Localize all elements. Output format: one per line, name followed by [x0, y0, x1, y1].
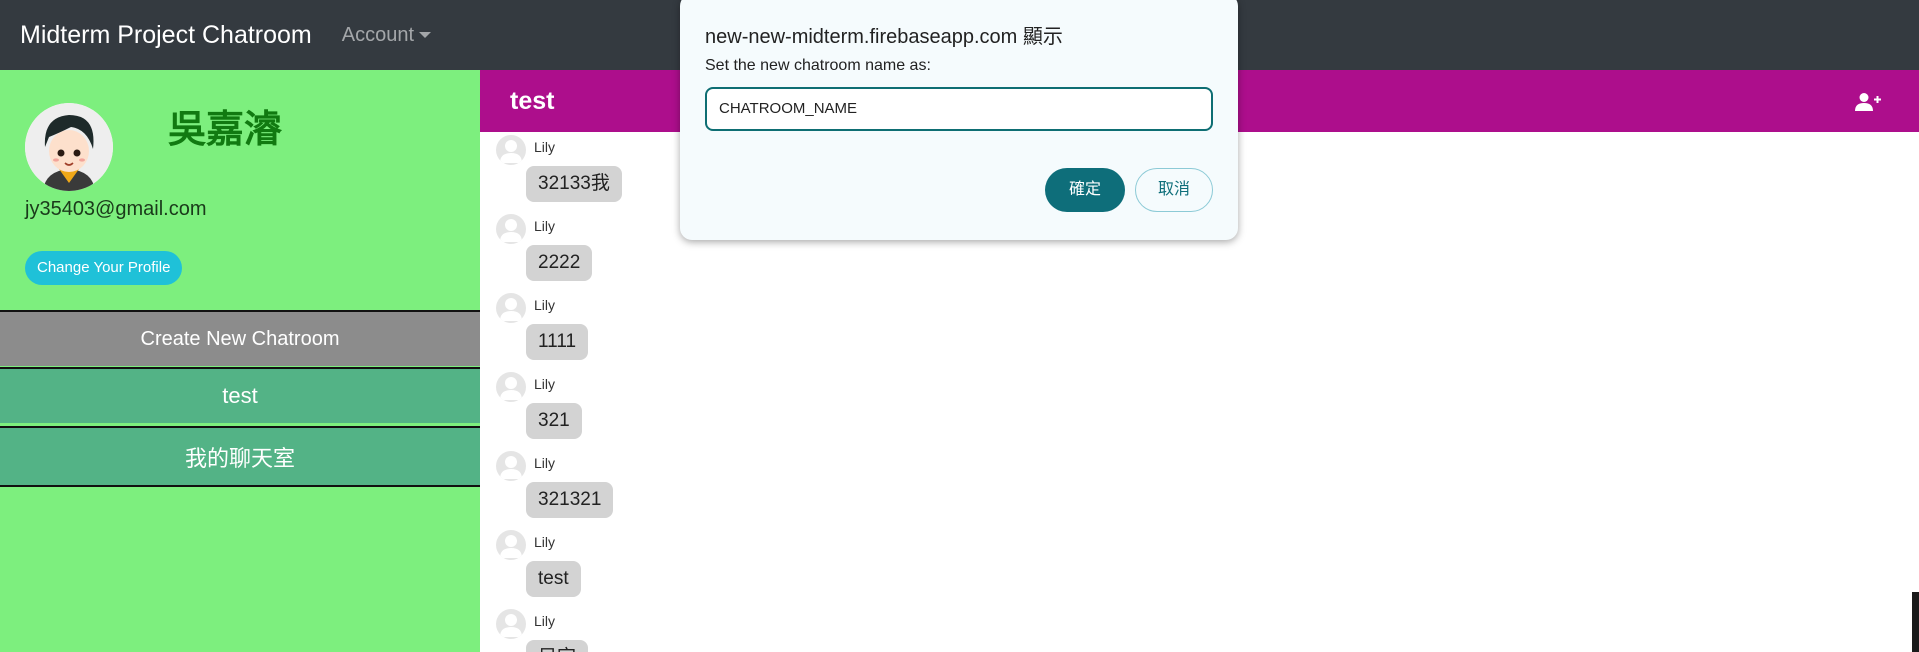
message-bubble: 1111	[526, 324, 589, 360]
user-avatar-icon	[496, 214, 526, 244]
room-label: test	[222, 383, 258, 408]
message-bubble: test	[526, 561, 581, 597]
dialog-origin-title: new-new-midterm.firebaseapp.com 顯示	[705, 26, 1063, 48]
cancel-button[interactable]: 取消	[1135, 168, 1213, 212]
user-avatar-icon	[496, 609, 526, 639]
cartoon-avatar-icon	[25, 103, 113, 191]
message-sender: Lily	[534, 139, 556, 155]
sidebar-item-room[interactable]: test	[0, 367, 480, 423]
user-avatar-icon	[496, 451, 526, 481]
profile-email: jy35403@gmail.com	[25, 198, 207, 220]
sidebar: 吳嘉濬 jy35403@gmail.com Change Your Profil…	[0, 70, 480, 652]
chevron-down-icon	[419, 32, 432, 38]
profile-avatar	[25, 103, 113, 191]
message-bubble: 321	[526, 403, 582, 439]
create-chatroom-label: Create New Chatroom	[140, 327, 340, 350]
message-sender: Lily	[534, 297, 556, 313]
message-sender: Lily	[534, 613, 556, 629]
message-bubble: 321321	[526, 482, 614, 518]
room-label: 我的聊天室	[184, 445, 295, 471]
user-avatar-icon	[496, 530, 526, 560]
message-bubble: 目宗	[526, 640, 589, 652]
message-bubble: 2222	[526, 245, 593, 281]
confirm-button[interactable]: 確定	[1045, 168, 1125, 212]
message-sender: Lily	[534, 455, 556, 471]
user-plus-icon[interactable]	[1855, 92, 1881, 112]
create-chatroom-button[interactable]: Create New Chatroom	[0, 310, 480, 366]
prompt-dialog: new-new-midterm.firebaseapp.com 顯示 Set t…	[680, 0, 1238, 240]
user-avatar-icon	[496, 372, 526, 402]
account-label: Account	[341, 23, 415, 46]
account-dropdown[interactable]: Account	[341, 23, 432, 47]
message-bubble: 32133我	[526, 166, 622, 202]
message-sender: Lily	[534, 376, 556, 392]
profile-username: 吳嘉濬	[168, 109, 283, 151]
message-sender: Lily	[534, 218, 556, 234]
user-avatar-icon	[496, 293, 526, 323]
dialog-message: Set the new chatroom name as:	[705, 57, 931, 74]
brand-title[interactable]: Midterm Project Chatroom	[20, 21, 312, 50]
message-sender: Lily	[534, 534, 556, 550]
user-avatar-icon	[496, 135, 526, 165]
scrollbar[interactable]	[1912, 592, 1919, 652]
change-profile-button[interactable]: Change Your Profile	[25, 251, 183, 285]
chat-title: test	[510, 86, 555, 115]
sidebar-item-room[interactable]: 我的聊天室	[0, 426, 480, 487]
chatroom-name-input[interactable]: CHATROOM_NAME	[705, 87, 1213, 131]
